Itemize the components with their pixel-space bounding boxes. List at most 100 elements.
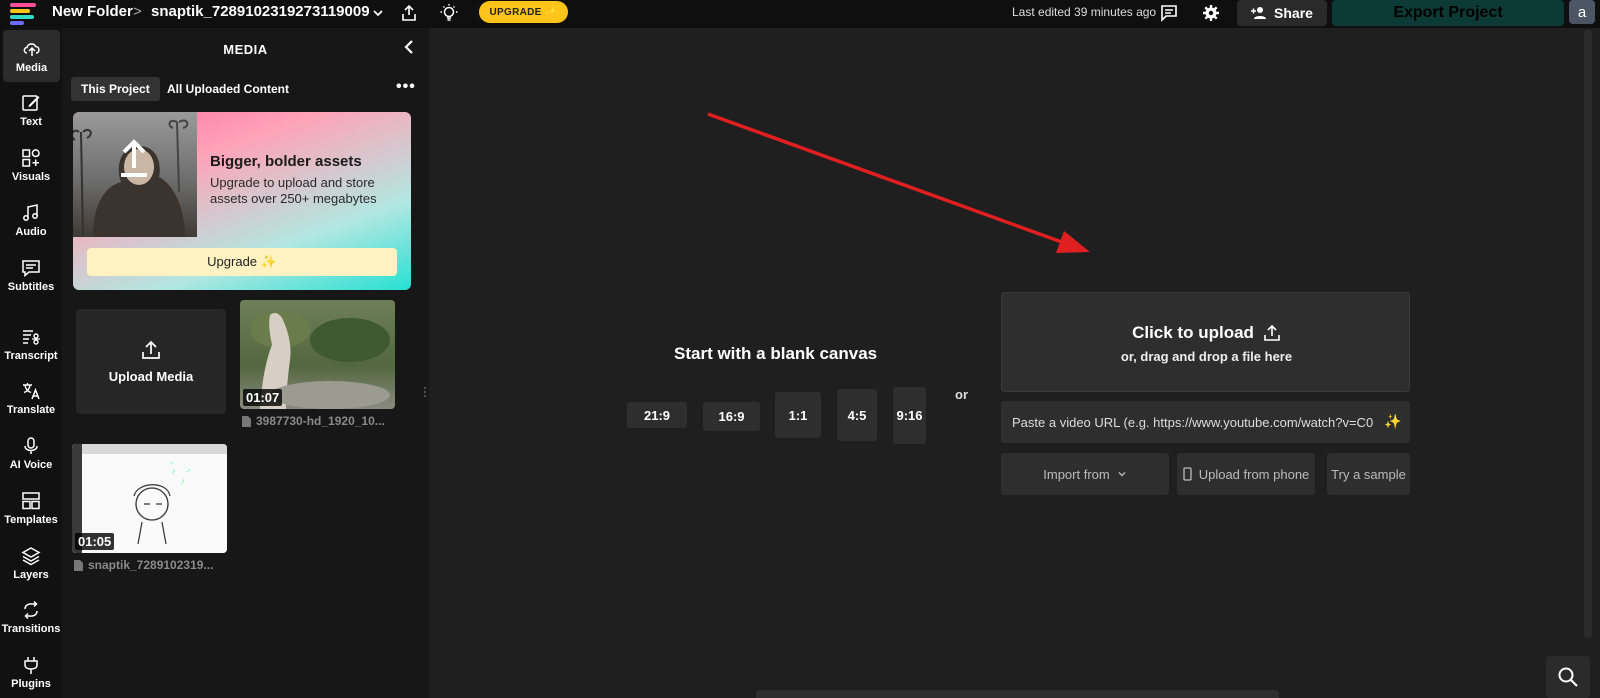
rail-label: Media [15, 61, 48, 74]
rail-item-visuals[interactable]: Visuals [0, 139, 62, 191]
red-arrow-annotation [707, 112, 1090, 253]
promo-title: Bigger, bolder assets [210, 153, 362, 170]
blank-canvas-title: Start with a blank canvas [674, 344, 878, 363]
more-options-icon[interactable]: ••• [396, 78, 416, 96]
rail-item-text[interactable]: Text [0, 84, 62, 136]
ratio-21-9-button[interactable]: 21:9 [627, 402, 687, 428]
phone-icon [1183, 467, 1192, 481]
app-logo-icon[interactable] [10, 3, 38, 25]
duration-badge: 01:07 [243, 389, 283, 406]
upload-media-label: Upload Media [108, 369, 194, 384]
export-project-button[interactable]: Export Project [1332, 0, 1564, 26]
try-sample-button[interactable]: Try a sample [1327, 453, 1410, 495]
upload-icon [1264, 324, 1280, 341]
ratio-16-9-button[interactable]: 16:9 [703, 402, 760, 431]
rail-item-transcript[interactable]: Transcript [0, 318, 62, 370]
rail-item-translate[interactable]: Translate [0, 372, 62, 424]
promo-upgrade-button[interactable]: Upgrade ✨ [87, 248, 397, 276]
dropzone-subtitle: or, drag and drop a file here [1120, 349, 1293, 364]
tab-all-uploaded-content[interactable]: All Uploaded Content [157, 77, 299, 101]
rail-item-layers[interactable]: Layers [0, 537, 62, 589]
upload-icon [142, 340, 160, 359]
transitions-icon [24, 600, 38, 619]
chevron-left-icon[interactable] [401, 39, 417, 55]
left-rail: Media Text Visuals Audio Subtitles Trans… [0, 28, 62, 698]
plug-icon [24, 656, 38, 674]
media-thumbnail-sketch[interactable]: 01:05 [72, 444, 227, 553]
upload-from-phone-button[interactable]: Upload from phone [1177, 453, 1315, 495]
sparkle-icon[interactable]: ✨ [1384, 413, 1401, 430]
rail-item-templates[interactable]: Templates [0, 482, 62, 534]
rail-label: Plugins [11, 677, 51, 690]
video-url-input[interactable] [1001, 401, 1410, 443]
import-from-button[interactable]: Import from [1001, 453, 1169, 495]
templates-icon [22, 491, 40, 509]
upload-media-button[interactable]: Upload Media [76, 309, 226, 414]
avatar[interactable]: a [1569, 0, 1595, 24]
file-name-label: snaptik_7289102319... [88, 558, 214, 572]
rail-label: Text [20, 115, 42, 128]
media-filename: snaptik_7289102319... [74, 558, 213, 572]
upload-from-phone-label: Upload from phone [1198, 466, 1310, 482]
sparkle-icon: ✨ [544, 6, 558, 18]
music-note-icon [23, 203, 38, 221]
rail-item-media[interactable]: Media [3, 30, 60, 82]
file-icon [74, 559, 83, 571]
top-bar: New Folder > snaptik_7289102319273119009… [0, 0, 1600, 28]
project-name[interactable]: snaptik_7289102319273119009 [151, 3, 370, 20]
timeline-handle[interactable] [756, 690, 1279, 698]
rail-label: Layers [13, 568, 49, 581]
import-from-label: Import from [1043, 466, 1110, 482]
translate-icon [23, 382, 40, 399]
lightbulb-icon[interactable] [438, 2, 460, 24]
edit-icon [22, 94, 40, 111]
breadcrumb-folder[interactable]: New Folder [52, 3, 133, 20]
gear-icon[interactable] [1200, 2, 1222, 24]
rail-item-transitions[interactable]: Transitions [0, 591, 62, 643]
tab-this-project[interactable]: This Project [71, 77, 160, 101]
panel-resize-handle-icon[interactable] [423, 386, 427, 398]
upgrade-label: UPGRADE [489, 6, 542, 18]
chevron-down-icon [1118, 472, 1126, 477]
share-button[interactable]: Share [1237, 0, 1327, 26]
share-upload-icon[interactable] [398, 2, 420, 24]
upgrade-promo-card: Bigger, bolder assets Upgrade to upload … [73, 112, 411, 290]
rail-label: AI Voice [9, 458, 53, 471]
share-label: Share [1274, 5, 1313, 21]
rail-item-plugins[interactable]: Plugins [0, 646, 62, 698]
media-filename: 3987730-hd_1920_10... [242, 414, 385, 428]
rail-item-subtitles[interactable]: Subtitles [0, 249, 62, 301]
or-separator: or [955, 387, 968, 402]
rail-label: Transitions [1, 622, 61, 635]
rail-item-audio[interactable]: Audio [0, 194, 62, 246]
panel-title: MEDIA [223, 42, 268, 57]
cloud-upload-icon [23, 42, 40, 56]
media-panel: MEDIA This Project All Uploaded Content … [62, 28, 429, 698]
rail-label: Translate [6, 403, 56, 416]
comments-icon[interactable] [1158, 2, 1180, 24]
search-button[interactable] [1546, 656, 1590, 698]
ratio-1-1-button[interactable]: 1:1 [775, 392, 821, 438]
shapes-icon [22, 148, 40, 167]
subtitles-icon [22, 259, 40, 277]
microphone-icon [24, 436, 38, 454]
media-thumbnail-horse[interactable]: 01:07 [240, 300, 395, 409]
search-icon [1558, 667, 1578, 687]
promo-subtitle: Upgrade to upload and store assets over … [210, 175, 377, 206]
dropzone-title: Click to upload [1002, 323, 1411, 343]
rail-label: Templates [4, 513, 58, 526]
duration-badge: 01:05 [75, 533, 115, 550]
upload-dropzone[interactable]: Click to upload or, drag and drop a file… [1001, 292, 1410, 392]
transcript-icon [23, 329, 40, 345]
chevron-down-icon[interactable] [367, 2, 389, 24]
vertical-scrollbar[interactable] [1584, 30, 1592, 638]
rail-item-ai-voice[interactable]: AI Voice [0, 427, 62, 479]
rail-label: Transcript [4, 349, 58, 362]
rail-label: Audio [15, 225, 47, 238]
ratio-4-5-button[interactable]: 4:5 [837, 389, 877, 441]
file-icon [242, 415, 251, 427]
promo-photo [73, 112, 197, 237]
upgrade-button[interactable]: UPGRADE ✨ [479, 1, 568, 23]
rail-label: Visuals [11, 170, 51, 183]
ratio-9-16-button[interactable]: 9:16 [893, 387, 926, 444]
